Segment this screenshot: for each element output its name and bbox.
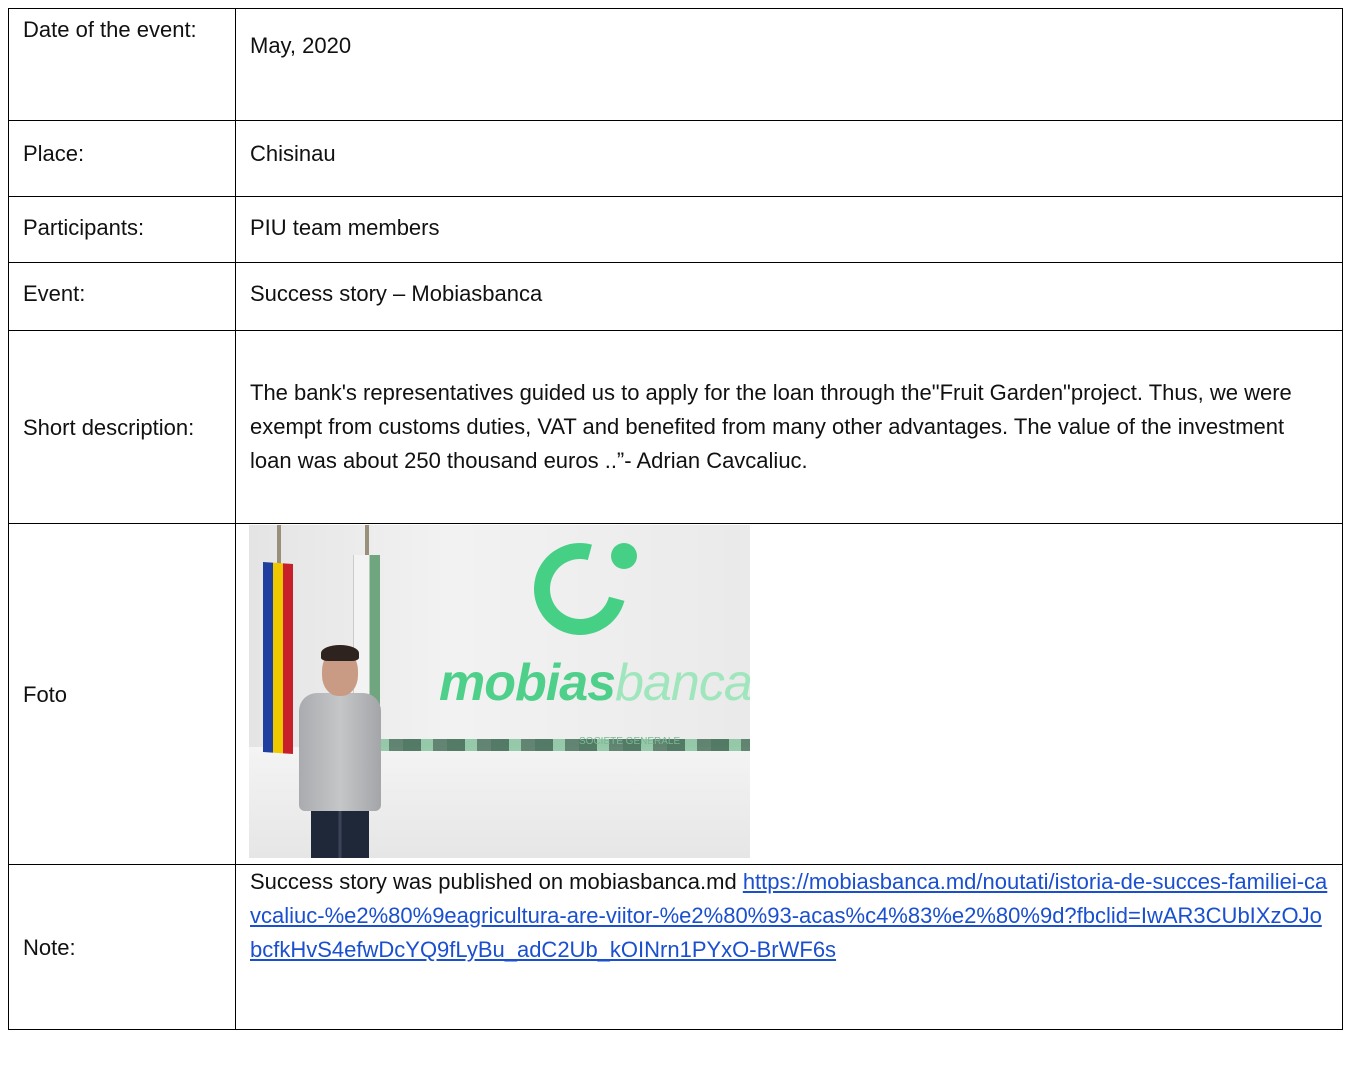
label-place: Place: (8, 120, 236, 197)
photo-led-strip (359, 739, 750, 751)
bank-flag (353, 555, 380, 705)
label-participants: Participants: (8, 196, 236, 263)
row-participants: Participants: PIU team members (8, 196, 1343, 263)
photo-cell: mobiasbanca SOCIETE GENERALE (235, 523, 1343, 865)
label-date: Date of the event: (8, 8, 236, 121)
value-event: Success story – Mobiasbanca (235, 262, 1343, 331)
person-hair (321, 645, 359, 661)
mobiasbanca-logo: mobiasbanca (439, 657, 750, 709)
row-event: Event: Success story – Mobiasbanca (8, 262, 1343, 331)
logo-dot-icon (611, 543, 637, 569)
event-photo: mobiasbanca SOCIETE GENERALE (249, 525, 750, 858)
label-event: Event: (8, 262, 236, 331)
label-photo: Foto (8, 523, 236, 865)
value-description: The bank's representatives guided us to … (235, 330, 1343, 524)
label-note: Note: (8, 864, 236, 1030)
label-description: Short description: (8, 330, 236, 524)
person-legs (311, 807, 369, 858)
row-description: Short description: The bank's representa… (8, 330, 1343, 524)
row-photo: Foto mobiasbanca SOCIETE GENERALE (8, 523, 1343, 865)
row-place: Place: Chisinau (8, 120, 1343, 197)
moldova-flag (263, 561, 293, 755)
logo-light: banca (615, 654, 750, 712)
note-text: Success story was published on mobiasban… (250, 869, 743, 894)
logo-subtitle: SOCIETE GENERALE (579, 736, 681, 747)
value-date: May, 2020 (235, 8, 1343, 121)
row-note: Note: Success story was published on mob… (8, 864, 1343, 1030)
value-note: Success story was published on mobiasban… (235, 864, 1343, 1030)
logo-bold: mobias (439, 654, 616, 712)
value-participants: PIU team members (235, 196, 1343, 263)
event-report-table: Date of the event: May, 2020 Place: Chis… (8, 8, 1343, 1030)
person-body (299, 693, 381, 811)
value-place: Chisinau (235, 120, 1343, 197)
row-date: Date of the event: May, 2020 (8, 8, 1343, 121)
